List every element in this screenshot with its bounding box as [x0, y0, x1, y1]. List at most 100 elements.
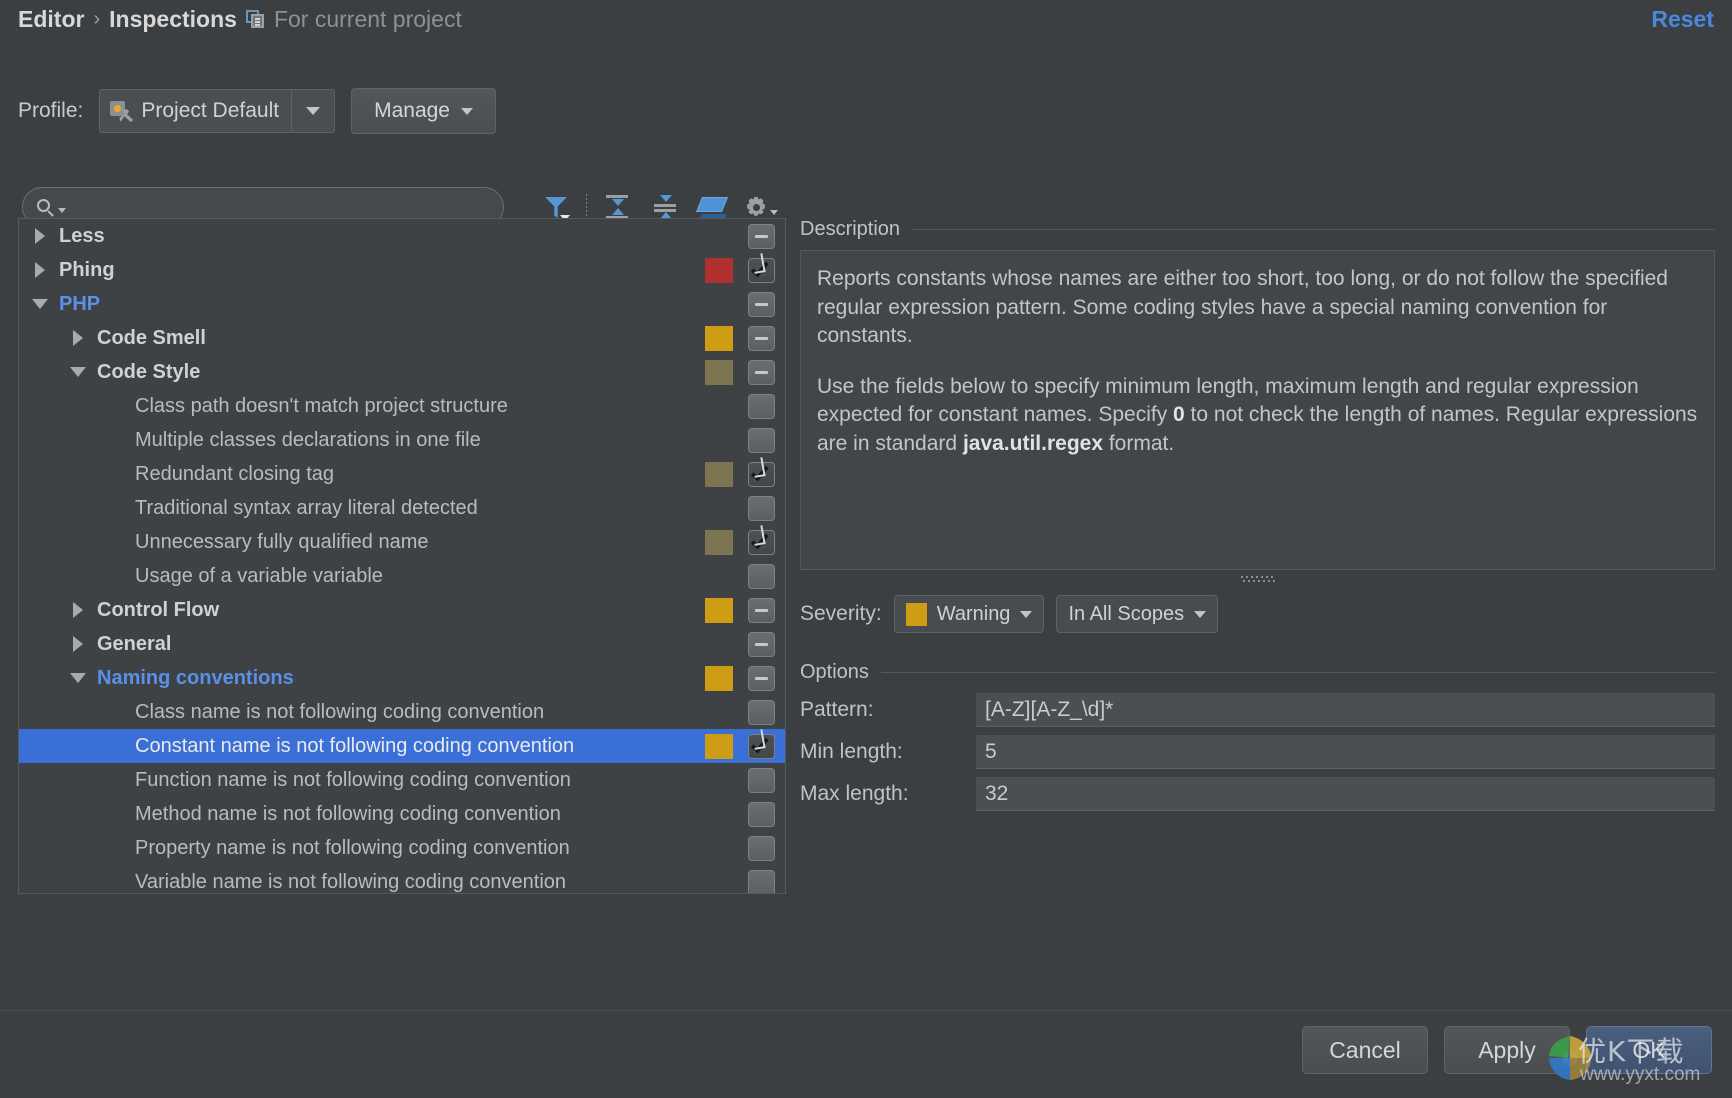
inspection-checkbox[interactable]	[748, 768, 775, 793]
profile-row: Profile: Project Default Manage	[18, 88, 496, 134]
tree-row[interactable]: Less	[19, 219, 785, 253]
profile-dropdown-arrow[interactable]	[292, 90, 334, 132]
checkbox-indeterminate-glyph	[755, 337, 768, 340]
min-length-input[interactable]: 5	[976, 735, 1715, 769]
breadcrumb-root[interactable]: Editor	[18, 6, 84, 33]
inspection-checkbox[interactable]	[748, 496, 775, 521]
apply-button[interactable]: Apply	[1444, 1026, 1570, 1074]
checkbox-indeterminate-glyph	[755, 371, 768, 374]
chevron-right-icon[interactable]	[29, 262, 51, 278]
inspection-checkbox[interactable]	[748, 394, 775, 419]
tree-row-label: Method name is not following coding conv…	[135, 803, 785, 826]
tree-row[interactable]: Code Style	[19, 355, 785, 389]
check-icon	[751, 530, 769, 549]
tree-row[interactable]: Control Flow	[19, 593, 785, 627]
tree-row[interactable]: Redundant closing tag	[19, 457, 785, 491]
ok-button[interactable]: OK	[1586, 1026, 1712, 1074]
reset-link[interactable]: Reset	[1651, 6, 1714, 33]
chevron-down-icon[interactable]	[29, 299, 51, 309]
section-divider	[912, 229, 1715, 230]
inspection-checkbox[interactable]	[748, 666, 775, 691]
tree-row[interactable]: Method name is not following coding conv…	[19, 797, 785, 831]
inspection-details-panel: Description Reports constants whose name…	[800, 218, 1715, 811]
tree-row[interactable]: Unnecessary fully qualified name	[19, 525, 785, 559]
tree-row[interactable]: Multiple classes declarations in one fil…	[19, 423, 785, 457]
severity-color-chip	[906, 603, 927, 626]
max-length-label: Max length:	[800, 782, 976, 806]
tree-row[interactable]: Class path doesn't match project structu…	[19, 389, 785, 423]
inspection-checkbox[interactable]	[748, 530, 775, 555]
severity-color-chip	[705, 530, 733, 555]
chevron-right-icon[interactable]	[29, 228, 51, 244]
tree-row[interactable]: PHP	[19, 287, 785, 321]
tree-row[interactable]: Variable name is not following coding co…	[19, 865, 785, 894]
chevron-down-icon	[1194, 611, 1206, 618]
tree-row[interactable]: Traditional syntax array literal detecte…	[19, 491, 785, 525]
description-section-header: Description	[800, 218, 1715, 241]
max-length-input-value: 32	[985, 782, 1008, 806]
description-paragraph-2: Use the fields below to specify minimum …	[817, 373, 1698, 459]
inspection-checkbox[interactable]	[748, 870, 775, 894]
inspection-checkbox[interactable]	[748, 700, 775, 725]
footer-divider	[0, 1010, 1732, 1011]
pattern-input-value: [A-Z][A-Z_\d]*	[985, 698, 1113, 722]
manage-button-label: Manage	[374, 99, 450, 123]
chevron-right-icon[interactable]	[67, 602, 89, 618]
pattern-label: Pattern:	[800, 698, 976, 722]
tree-row[interactable]: General	[19, 627, 785, 661]
tree-row[interactable]: Naming conventions	[19, 661, 785, 695]
checkbox-indeterminate-glyph	[755, 677, 768, 680]
scope-dropdown[interactable]: In All Scopes	[1056, 595, 1218, 633]
toolbar-divider	[586, 194, 587, 220]
description-text: Reports constants whose names are either…	[800, 250, 1715, 570]
inspection-checkbox[interactable]	[748, 360, 775, 385]
tree-row-selected[interactable]: Constant name is not following coding co…	[19, 729, 785, 763]
tree-row[interactable]: Class name is not following coding conve…	[19, 695, 785, 729]
description-title: Description	[800, 218, 900, 241]
panel-splitter-handle[interactable]	[1241, 576, 1275, 583]
severity-dropdown[interactable]: Warning	[894, 595, 1045, 633]
tree-row[interactable]: Function name is not following coding co…	[19, 763, 785, 797]
chevron-right-icon[interactable]	[67, 330, 89, 346]
tree-row[interactable]: Property name is not following coding co…	[19, 831, 785, 865]
inspection-checkbox[interactable]	[748, 258, 775, 283]
profile-dropdown[interactable]: Project Default	[99, 89, 335, 133]
tree-row[interactable]: Phing	[19, 253, 785, 287]
severity-color-chip	[705, 258, 733, 283]
tree-row-label: Usage of a variable variable	[135, 565, 785, 588]
inspection-checkbox[interactable]	[748, 224, 775, 249]
chevron-down-icon	[306, 107, 320, 115]
triangle-right-glyph	[73, 330, 83, 346]
chevron-down-icon[interactable]	[67, 367, 89, 377]
inspection-checkbox[interactable]	[748, 462, 775, 487]
breadcrumb-separator: ›	[93, 8, 100, 31]
chevron-down-icon[interactable]	[67, 673, 89, 683]
inspection-checkbox[interactable]	[748, 802, 775, 827]
inspection-checkbox[interactable]	[748, 836, 775, 861]
inspection-checkbox[interactable]	[748, 292, 775, 317]
tree-row-label: Class path doesn't match project structu…	[135, 395, 785, 418]
max-length-input[interactable]: 32	[976, 777, 1715, 811]
dialog-buttons: Cancel Apply OK	[1302, 1026, 1712, 1074]
manage-button[interactable]: Manage	[351, 88, 496, 134]
cancel-button[interactable]: Cancel	[1302, 1026, 1428, 1074]
inspection-checkbox[interactable]	[748, 632, 775, 657]
description-paragraph-1: Reports constants whose names are either…	[817, 265, 1698, 351]
tree-row-label: Function name is not following coding co…	[135, 769, 785, 792]
chevron-right-icon[interactable]	[67, 636, 89, 652]
description-p2-part3: format.	[1103, 432, 1174, 455]
inspection-checkbox[interactable]	[748, 326, 775, 351]
inspections-tree[interactable]: LessPhingPHP Code Smell Code Style Class pa…	[18, 218, 786, 894]
checkbox-indeterminate-glyph	[755, 235, 768, 238]
tree-row[interactable]: Code Smell	[19, 321, 785, 355]
max-length-row: Max length: 32	[800, 777, 1715, 811]
inspection-checkbox[interactable]	[748, 734, 775, 759]
inspection-checkbox[interactable]	[748, 564, 775, 589]
inspection-checkbox[interactable]	[748, 428, 775, 453]
section-divider	[881, 672, 1715, 673]
tree-row[interactable]: Usage of a variable variable	[19, 559, 785, 593]
severity-color-chip	[705, 734, 733, 759]
pattern-input[interactable]: [A-Z][A-Z_\d]*	[976, 693, 1715, 727]
tree-row-label: Code Smell	[97, 327, 785, 350]
inspection-checkbox[interactable]	[748, 598, 775, 623]
